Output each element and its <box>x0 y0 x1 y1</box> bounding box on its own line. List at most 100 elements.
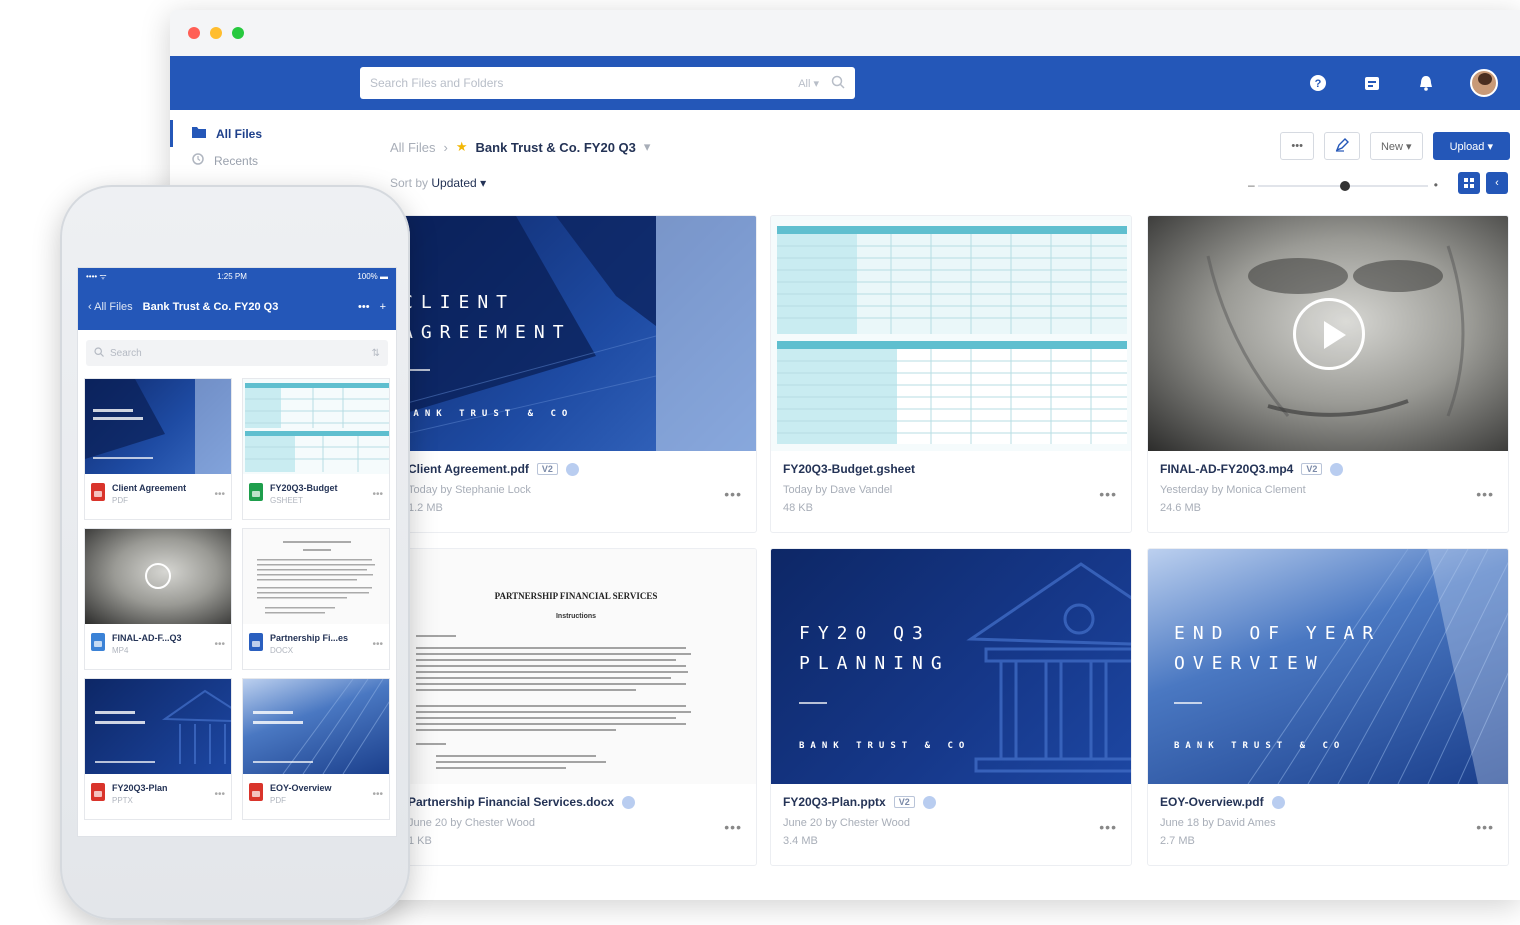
more-options-icon[interactable]: ••• <box>724 819 742 835</box>
file-name[interactable]: FY20Q3-Budget.gsheet <box>783 462 915 476</box>
search-filter-dropdown[interactable]: All ▾ <box>798 77 819 90</box>
play-video-icon[interactable] <box>145 563 171 589</box>
phone-file-card[interactable]: FINAL-AD-F...Q3 MP4 ••• <box>84 528 232 670</box>
version-badge[interactable]: V2 <box>1301 463 1323 475</box>
phone-nav-bar: ‹ All Files Bank Trust & Co. FY20 Q3 •••… <box>78 284 396 330</box>
file-card[interactable]: END OF YEAR OVERVIEW BANK TRUST & CO EOY… <box>1147 548 1509 866</box>
phone-more-options-icon[interactable]: ••• <box>214 489 225 500</box>
file-card[interactable]: CLIENT AGREEMENT BANK TRUST & CO Client … <box>395 215 757 533</box>
phone-file-name: Partnership Fi...es <box>270 633 349 643</box>
file-updated: Yesterday by Monica Clement <box>1160 484 1306 496</box>
chevron-down-icon[interactable]: ▾ <box>644 139 651 155</box>
phone-folder-title: Bank Trust & Co. FY20 Q3 <box>142 301 279 313</box>
window-titlebar <box>170 10 1520 56</box>
sheet-file-icon <box>249 483 263 501</box>
breadcrumb-current-folder[interactable]: Bank Trust & Co. FY20 Q3 <box>476 140 636 155</box>
thumbnail-subtitle: BANK TRUST & CO <box>799 741 971 751</box>
file-card[interactable]: FY20 Q3 PLANNING BANK TRUST & CO FY20Q3-… <box>770 548 1132 866</box>
phone-file-thumbnail <box>243 679 389 774</box>
phone-more-options-icon[interactable]: ••• <box>214 639 225 650</box>
slider-handle[interactable] <box>1340 181 1350 191</box>
phone-file-name: EOY-Overview <box>270 783 332 793</box>
chevron-right-icon: › <box>443 139 448 155</box>
sort-icon[interactable]: ⇅ <box>372 348 380 359</box>
clock-icon <box>192 153 204 168</box>
collapse-sidebar-button[interactable]: ‹ <box>1486 172 1508 194</box>
phone-file-card[interactable]: Partnership Fi...es DOCX ••• <box>242 528 390 670</box>
file-name[interactable]: Partnership Financial Services.docx <box>408 795 614 809</box>
version-badge[interactable]: V2 <box>893 796 915 808</box>
more-options-icon[interactable]: ••• <box>1099 819 1117 835</box>
file-meta: FY20Q3-Budget.gsheet Today by Dave Vande… <box>783 462 1119 514</box>
sidebar-item-recents[interactable]: Recents <box>170 147 370 174</box>
phone-file-card[interactable]: FY20Q3-Budget GSHEET ••• <box>242 378 390 520</box>
phone-more-options-icon[interactable]: ••• <box>214 789 225 800</box>
file-name[interactable]: EOY-Overview.pdf <box>1160 795 1264 809</box>
sort-dropdown[interactable]: Updated ▾ <box>431 176 486 190</box>
top-navigation-bar: Search Files and Folders All ▾ ? <box>170 56 1520 110</box>
file-thumbnail: CLIENT AGREEMENT BANK TRUST & CO <box>396 216 756 451</box>
phone-more-options-icon[interactable]: ••• <box>372 639 383 650</box>
minimize-window-button[interactable] <box>210 27 222 39</box>
more-options-icon[interactable]: ••• <box>1476 819 1494 835</box>
sort-label: Sort by <box>390 176 429 190</box>
more-options-icon[interactable]: ••• <box>724 486 742 502</box>
help-icon[interactable]: ? <box>1308 73 1328 93</box>
sidebar-item-all-files[interactable]: All Files <box>170 120 370 147</box>
more-options-icon[interactable]: ••• <box>1476 486 1494 502</box>
search-placeholder: Search Files and Folders <box>370 76 504 90</box>
file-card[interactable]: FY20Q3-Budget.gsheet Today by Dave Vande… <box>770 215 1132 533</box>
breadcrumb-root[interactable]: All Files <box>390 140 436 155</box>
play-video-icon[interactable] <box>1293 298 1365 370</box>
file-thumbnail: FY20 Q3 PLANNING BANK TRUST & CO <box>771 549 1131 784</box>
file-size: 24.6 MB <box>1160 502 1201 514</box>
phone-more-icon[interactable]: ••• <box>358 301 370 313</box>
maximize-window-button[interactable] <box>232 27 244 39</box>
phone-file-name: FY20Q3-Budget <box>270 483 338 493</box>
pdf-file-icon <box>91 483 105 501</box>
file-card[interactable]: FINAL-AD-FY20Q3.mp4 V2 Yesterday by Moni… <box>1147 215 1509 533</box>
shared-icon <box>1330 462 1344 476</box>
avatar[interactable] <box>1470 69 1498 97</box>
back-button[interactable]: ‹ All Files <box>88 301 133 313</box>
phone-file-type: PDF <box>270 796 286 805</box>
more-options-icon[interactable]: ••• <box>1099 486 1117 502</box>
file-updated: June 20 by Chester Wood <box>408 817 535 829</box>
share-folder-button[interactable] <box>1323 132 1360 160</box>
signal-indicator: •••• ᯤ <box>86 271 107 281</box>
file-size: 1 KB <box>408 835 432 847</box>
file-meta: Client Agreement.pdf V2 Today by Stephan… <box>408 462 744 514</box>
bell-icon[interactable] <box>1416 73 1436 93</box>
phone-file-type: PPTX <box>112 796 133 805</box>
close-window-button[interactable] <box>188 27 200 39</box>
thumbnail-title-text: END OF YEAR OVERVIEW <box>1174 623 1382 674</box>
phone-file-card[interactable]: EOY-Overview PDF ••• <box>242 678 390 820</box>
phone-more-options-icon[interactable]: ••• <box>372 789 383 800</box>
file-name[interactable]: FINAL-AD-FY20Q3.mp4 <box>1160 462 1293 476</box>
file-name[interactable]: Client Agreement.pdf <box>408 462 529 476</box>
phone-file-thumbnail <box>243 529 389 624</box>
zoom-out-icon[interactable]: – <box>1248 178 1255 192</box>
phone-file-name: FINAL-AD-F...Q3 <box>112 633 182 643</box>
search-input[interactable]: Search Files and Folders All ▾ <box>360 67 855 99</box>
grid-view-button[interactable] <box>1458 172 1480 194</box>
zoom-in-icon[interactable]: • <box>1434 178 1438 192</box>
version-badge[interactable]: V2 <box>536 463 558 475</box>
phone-file-card[interactable]: Client Agreement PDF ••• <box>84 378 232 520</box>
phone-add-icon[interactable]: + <box>380 301 386 313</box>
updates-icon[interactable] <box>1362 73 1382 93</box>
thumbnail-size-slider[interactable]: – • <box>1248 176 1438 196</box>
file-size: 2.7 MB <box>1160 835 1195 847</box>
phone-file-card[interactable]: FY20Q3-Plan PPTX ••• <box>84 678 232 820</box>
more-options-button[interactable]: ••• <box>1280 132 1314 160</box>
star-icon[interactable]: ★ <box>456 139 468 155</box>
new-button[interactable]: New ▾ <box>1369 132 1423 160</box>
upload-button[interactable]: Upload ▾ <box>1432 132 1510 160</box>
pdf-file-icon <box>249 783 263 801</box>
phone-search-input[interactable]: Search ⇅ <box>86 340 388 366</box>
search-icon[interactable] <box>831 75 845 92</box>
phone-more-options-icon[interactable]: ••• <box>372 489 383 500</box>
file-name[interactable]: FY20Q3-Plan.pptx <box>783 795 886 809</box>
file-card[interactable]: PARTNERSHIP FINANCIAL SERVICES Instructi… <box>395 548 757 866</box>
file-size: 48 KB <box>783 502 813 514</box>
